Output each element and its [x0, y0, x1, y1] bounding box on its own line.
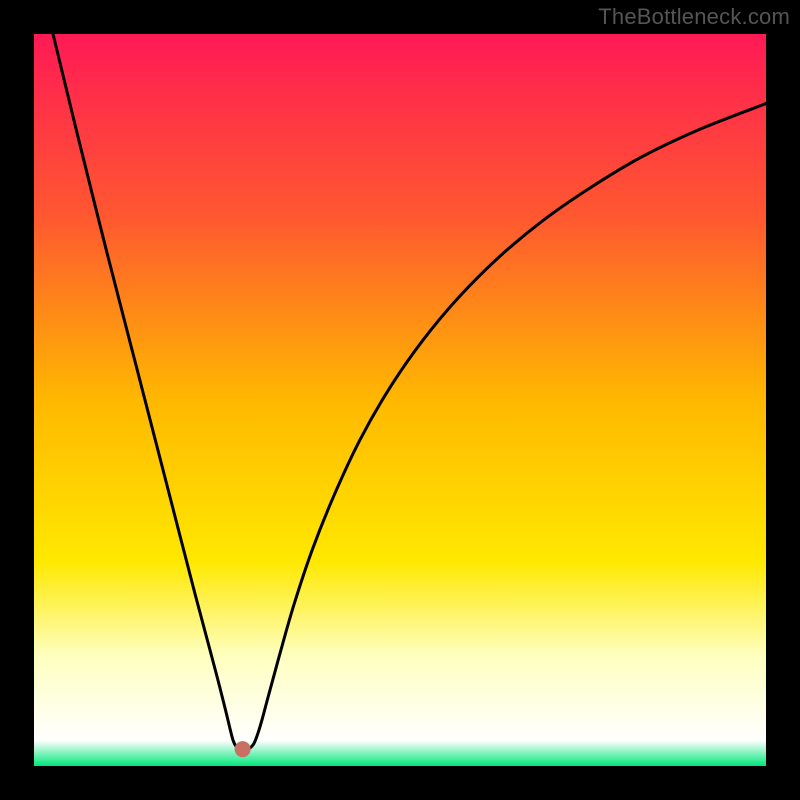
- minimum-marker: [235, 741, 251, 757]
- watermark-text: TheBottleneck.com: [598, 4, 790, 30]
- chart-frame: TheBottleneck.com: [0, 0, 800, 800]
- bottleneck-chart: [34, 34, 766, 766]
